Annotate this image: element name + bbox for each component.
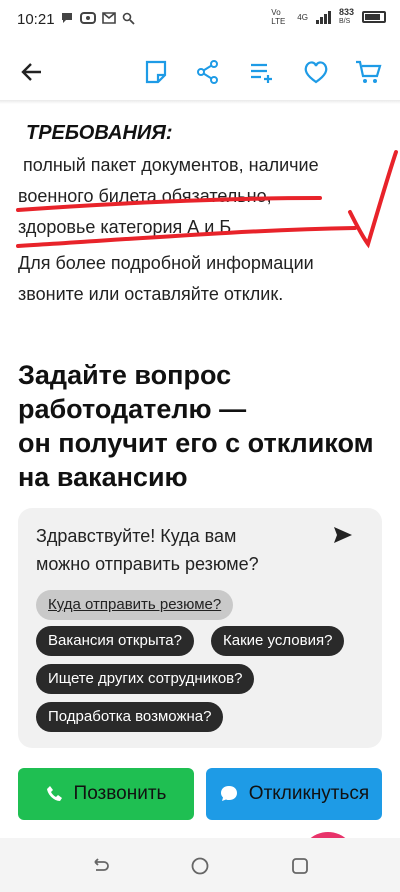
compare-list-icon[interactable]	[248, 58, 276, 86]
reply-label: Откликнуться	[248, 783, 370, 804]
ask-employer-heading: Задайте вопрос работодателю — он получит…	[18, 358, 388, 494]
search-notification-icon	[122, 12, 135, 25]
requirements-text: полный пакет документов, наличие военног…	[18, 150, 378, 243]
signal-icon	[315, 10, 331, 24]
heart-icon[interactable]	[302, 58, 330, 86]
chip-part-time[interactable]: Подработка возможна?	[36, 702, 224, 732]
chip-conditions[interactable]: Какие условия?	[211, 626, 345, 656]
battery-icon	[362, 11, 386, 23]
phone-icon	[46, 786, 62, 801]
question-input[interactable]: Здравствуйте! Куда вам можно отправить р…	[36, 522, 306, 578]
note-icon[interactable]	[142, 58, 170, 86]
back-arrow-icon[interactable]	[18, 58, 46, 86]
chip-where-send-resume[interactable]: Куда отправить резюме?	[36, 590, 234, 620]
requirements-line-3: здоровье категория А и Б	[18, 217, 232, 237]
ask-heading-line-1: Задайте вопрос	[18, 360, 232, 390]
speed-unit: B/S	[338, 18, 351, 25]
system-nav-bar	[0, 838, 400, 892]
chat-notification-icon	[62, 13, 72, 23]
action-bar: Позвонить Откликнуться	[0, 756, 400, 834]
app-notification-icon	[80, 12, 96, 24]
send-icon[interactable]	[332, 524, 354, 546]
question-line-1: Здравствуйте! Куда вам	[36, 526, 237, 546]
ask-heading-line-3: он получит его с откликом	[18, 428, 374, 458]
net-gen: 4G	[297, 12, 308, 22]
chip-vacancy-open[interactable]: Вакансия открыта?	[36, 626, 194, 656]
call-button[interactable]: Позвонить	[18, 768, 194, 820]
app-bar	[0, 42, 400, 100]
requirements-title: ТРЕБОВАНИЯ:	[26, 122, 173, 144]
chat-bubble-icon	[220, 786, 237, 801]
cart-icon[interactable]	[354, 58, 382, 86]
more-info-line-2: звоните или оставляйте отклик.	[18, 284, 284, 304]
network-label: Vo LTE	[271, 8, 286, 26]
share-icon[interactable]	[194, 58, 222, 86]
call-label: Позвонить	[73, 783, 167, 804]
recents-nav-icon[interactable]	[290, 856, 310, 876]
question-line-2: можно отправить резюме?	[36, 554, 259, 574]
ask-heading-line-4: на вакансию	[18, 462, 188, 492]
requirements-line-1: полный пакет документов, наличие	[18, 155, 319, 175]
more-info-line-1: Для более подробной информации	[18, 253, 314, 273]
status-time: 10:21	[17, 11, 55, 28]
status-bar: 10:21 Vo LTE 4G 833 B/S	[0, 0, 400, 40]
app-bar-shadow	[0, 100, 400, 104]
chip-other-employees[interactable]: Ищете других сотрудников?	[36, 664, 255, 694]
ask-heading-line-2: работодателю —	[18, 394, 247, 424]
more-info-text: Для более подробной информации звоните и…	[18, 248, 383, 310]
reply-button[interactable]: Откликнуться	[206, 768, 382, 820]
requirements-line-2: военного билета обязательно,	[18, 186, 272, 206]
home-nav-icon[interactable]	[190, 856, 210, 876]
notification-icons	[60, 11, 135, 25]
mail-icon	[102, 12, 116, 24]
question-card: Здравствуйте! Куда вам можно отправить р…	[18, 508, 382, 748]
status-right: Vo LTE 4G 833 B/S	[271, 8, 386, 26]
speed-value: 833	[338, 7, 354, 17]
back-nav-icon[interactable]	[90, 856, 110, 876]
